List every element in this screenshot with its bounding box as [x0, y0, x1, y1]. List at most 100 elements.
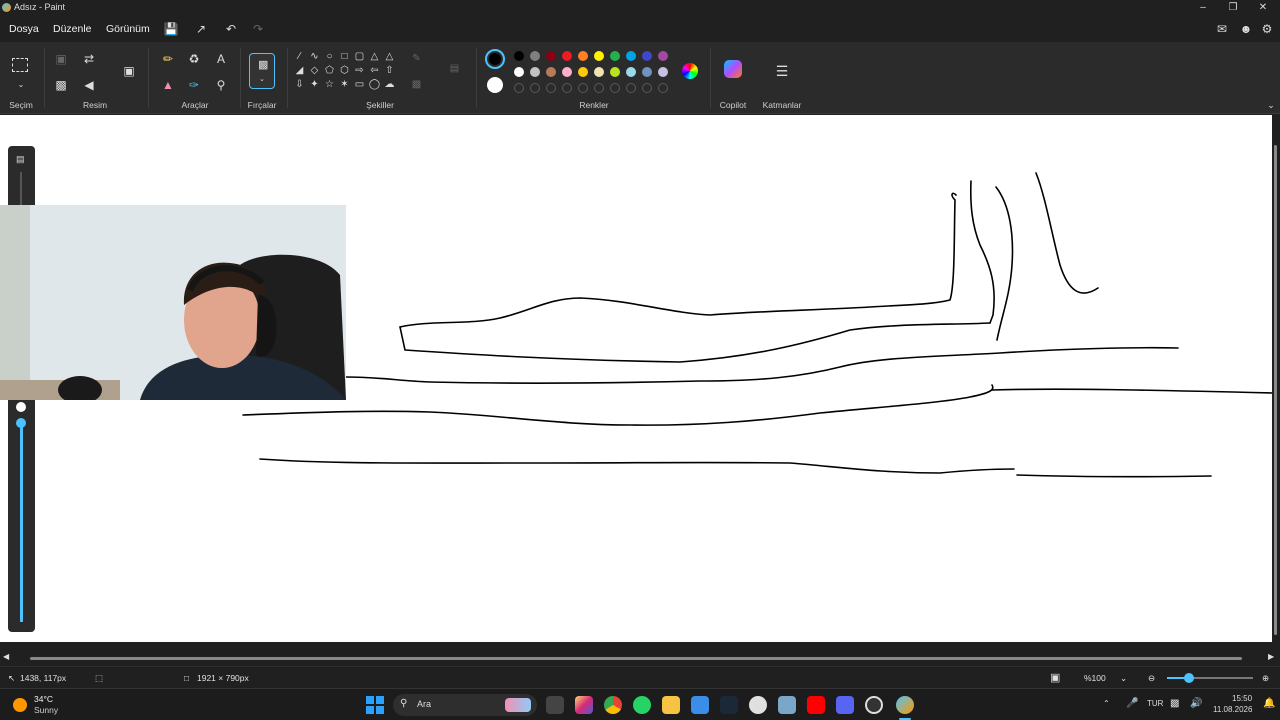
callout-rect-shape-icon[interactable]: ▭: [353, 78, 366, 91]
selection-tool-icon[interactable]: [12, 58, 28, 72]
color-swatch[interactable]: [514, 51, 524, 61]
fill-icon[interactable]: ▩: [410, 78, 423, 91]
weather-sun-icon[interactable]: [13, 698, 27, 712]
color-swatch[interactable]: [658, 51, 668, 61]
color-swatch[interactable]: [562, 67, 572, 77]
taskbar-search[interactable]: ⚲ Ara: [393, 694, 537, 716]
zoom-out-icon[interactable]: ⊖: [1148, 673, 1155, 684]
zoom-in-icon[interactable]: ⊕: [1262, 673, 1269, 684]
pencil-icon[interactable]: ✏: [159, 50, 177, 68]
copilot-icon[interactable]: [724, 60, 742, 78]
horizontal-scrollbar[interactable]: ◀ ▶: [0, 652, 1280, 664]
color-swatch[interactable]: [626, 67, 636, 77]
color-swatch[interactable]: [578, 51, 588, 61]
layers-icon[interactable]: ☰: [773, 62, 791, 80]
weather-desc[interactable]: Sunny: [34, 705, 58, 715]
left-arrow-shape-icon[interactable]: ⇦: [368, 64, 381, 77]
task-view-icon[interactable]: [546, 696, 564, 714]
windows-start-icon[interactable]: [366, 696, 384, 714]
color-swatch[interactable]: [642, 67, 652, 77]
fill-bucket-icon[interactable]: ♻: [185, 50, 203, 68]
image-select-icon[interactable]: ▣: [120, 62, 138, 80]
youtube-icon[interactable]: [807, 696, 825, 714]
clock-time[interactable]: 15:50: [1232, 694, 1252, 703]
color-swatch[interactable]: [594, 51, 604, 61]
line-shape-icon[interactable]: ∕: [293, 50, 306, 63]
right-triangle-shape-icon[interactable]: ◢: [293, 64, 306, 77]
pentagon-shape-icon[interactable]: ⬠: [323, 64, 336, 77]
color-picker-icon[interactable]: ✑: [185, 76, 203, 94]
discord-icon[interactable]: [836, 696, 854, 714]
color-swatch[interactable]: [530, 67, 540, 77]
redo-icon[interactable]: ↷: [250, 21, 266, 37]
scroll-left-icon[interactable]: ◀: [3, 652, 9, 661]
custom-color-slot[interactable]: [530, 83, 540, 93]
microphone-icon[interactable]: 🎤: [1126, 698, 1138, 709]
rectangle-shape-icon[interactable]: □: [338, 50, 351, 63]
steam-icon[interactable]: [720, 696, 738, 714]
color-swatch[interactable]: [578, 67, 588, 77]
oval-shape-icon[interactable]: ○: [323, 50, 336, 63]
horizontal-scrollbar-thumb[interactable]: [30, 657, 1242, 660]
callout-oval-shape-icon[interactable]: ◯: [368, 78, 381, 91]
custom-color-slot[interactable]: [578, 83, 588, 93]
down-arrow-shape-icon[interactable]: ⇩: [293, 78, 306, 91]
rotate-icon[interactable]: ◀: [80, 76, 98, 94]
brush-button[interactable]: ▩ ⌄: [249, 53, 275, 89]
vertical-scrollbar-thumb[interactable]: [1274, 145, 1277, 635]
custom-color-slot[interactable]: [562, 83, 572, 93]
rounded-rect-shape-icon[interactable]: ▢: [353, 50, 366, 63]
color-swatch[interactable]: [530, 51, 540, 61]
star6-shape-icon[interactable]: ✶: [338, 78, 351, 91]
zoom-slider-thumb[interactable]: [1183, 673, 1194, 683]
fit-to-window-icon[interactable]: ▣: [1050, 671, 1060, 684]
share-icon[interactable]: ↗: [193, 21, 209, 37]
star4-shape-icon[interactable]: ✦: [308, 78, 321, 91]
whatsapp-icon[interactable]: [633, 696, 651, 714]
edit-colors-icon[interactable]: [682, 63, 698, 79]
file-explorer-icon[interactable]: [662, 696, 680, 714]
feedback-icon[interactable]: ✉: [1214, 21, 1230, 37]
text-tool-icon[interactable]: A: [212, 50, 230, 68]
instagram-icon[interactable]: [575, 696, 593, 714]
skew-icon[interactable]: ▩: [52, 76, 70, 94]
microsoft-store-icon[interactable]: [691, 696, 709, 714]
menu-view[interactable]: Görünüm: [106, 23, 150, 35]
minimize-button[interactable]: –: [1188, 0, 1218, 16]
custom-color-slot[interactable]: [514, 83, 524, 93]
zoom-level[interactable]: %100: [1084, 673, 1106, 683]
magnifier-icon[interactable]: ⚲: [212, 76, 230, 94]
color-swatch[interactable]: [594, 67, 604, 77]
color-swatch[interactable]: [546, 67, 556, 77]
settings-gear-icon[interactable]: ⚙: [1259, 21, 1275, 37]
slider-thumb[interactable]: [16, 418, 26, 428]
color-swatch[interactable]: [642, 51, 652, 61]
crop-icon[interactable]: ▣: [52, 50, 70, 68]
color-swatch[interactable]: [610, 51, 620, 61]
polygon-shape-icon[interactable]: △: [368, 50, 381, 63]
triangle-shape-icon[interactable]: △: [383, 50, 396, 63]
custom-color-slot[interactable]: [594, 83, 604, 93]
show-hidden-icons-icon[interactable]: ⌃: [1103, 699, 1110, 708]
volume-icon[interactable]: 🔊: [1190, 698, 1202, 709]
callout-cloud-shape-icon[interactable]: ☁: [383, 78, 396, 91]
obs-icon[interactable]: [865, 696, 883, 714]
zoom-slider[interactable]: [1167, 673, 1253, 683]
menu-file[interactable]: Dosya: [9, 23, 39, 35]
vertical-scrollbar[interactable]: [1272, 115, 1280, 642]
custom-color-slot[interactable]: [546, 83, 556, 93]
custom-color-slot[interactable]: [626, 83, 636, 93]
custom-color-slot[interactable]: [658, 83, 668, 93]
curve-shape-icon[interactable]: ∿: [308, 50, 321, 63]
color-swatch[interactable]: [562, 51, 572, 61]
notifications-icon[interactable]: 🔔: [1263, 698, 1275, 709]
up-arrow-shape-icon[interactable]: ⇧: [383, 64, 396, 77]
right-arrow-shape-icon[interactable]: ⇨: [353, 64, 366, 77]
hexagon-shape-icon[interactable]: ⬡: [338, 64, 351, 77]
secondary-color-swatch[interactable]: [487, 77, 503, 93]
save-icon[interactable]: 💾: [163, 21, 179, 37]
undo-icon[interactable]: ↶: [223, 21, 239, 37]
color-swatch[interactable]: [610, 67, 620, 77]
resize-icon[interactable]: ⇄: [80, 50, 98, 68]
color-swatch[interactable]: [626, 51, 636, 61]
